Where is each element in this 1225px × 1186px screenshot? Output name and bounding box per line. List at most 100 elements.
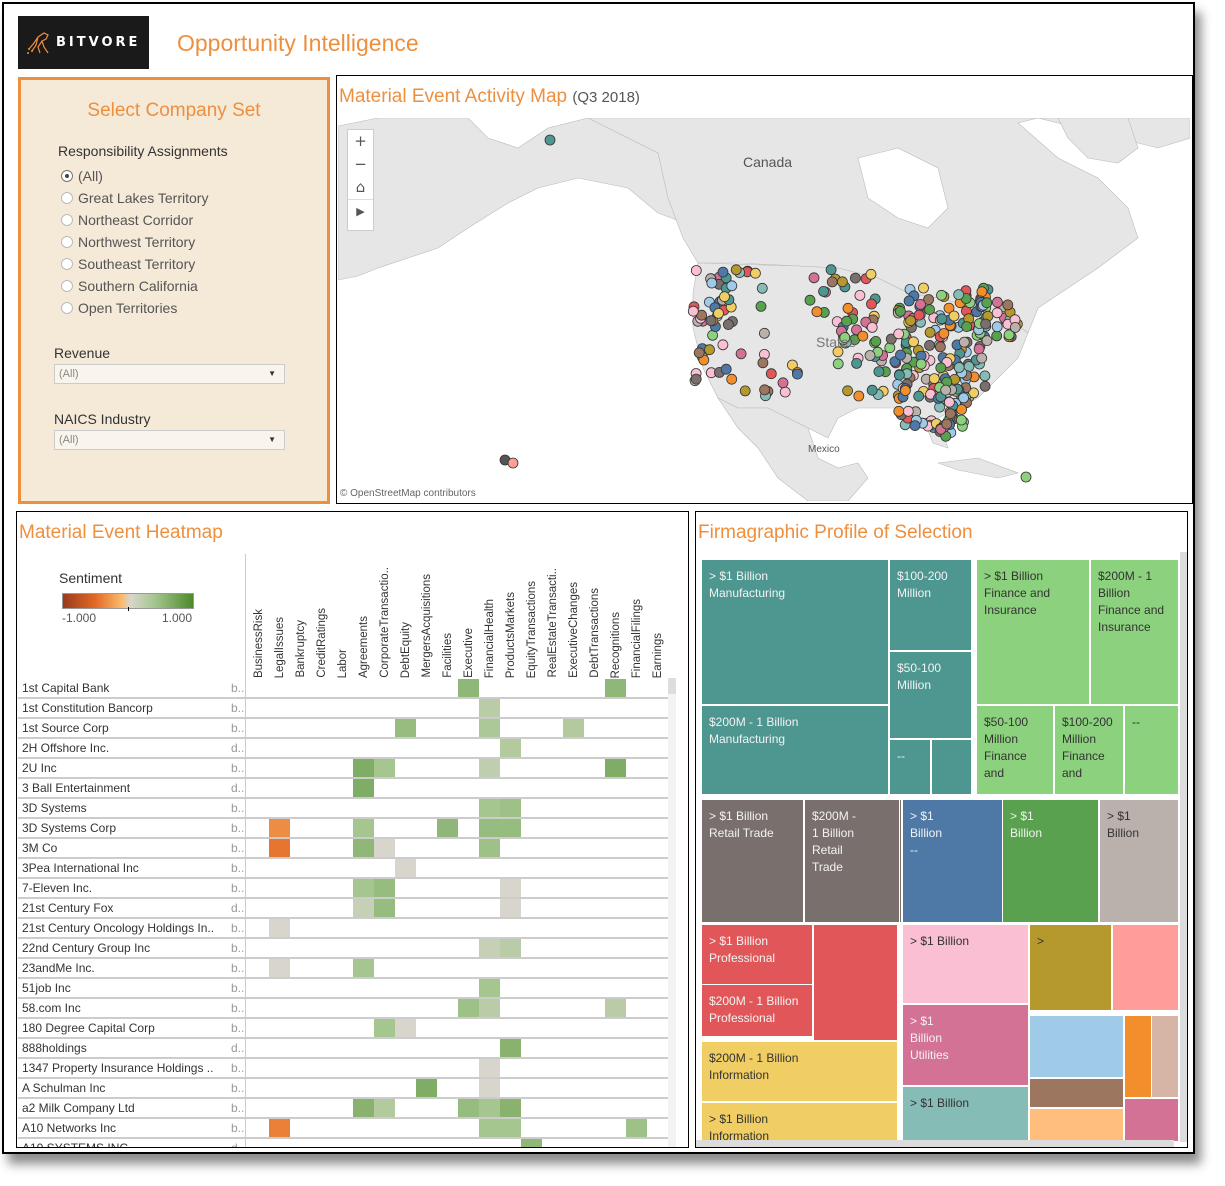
treemap-tile[interactable]: -- bbox=[1124, 705, 1179, 795]
map-event-marker[interactable] bbox=[924, 326, 936, 338]
heatmap-cell[interactable] bbox=[605, 999, 626, 1017]
map-event-marker[interactable] bbox=[958, 336, 970, 348]
company-name[interactable]: 3 Ball Entertainment bbox=[22, 781, 227, 795]
heatmap-cell[interactable] bbox=[479, 1119, 500, 1137]
company-name[interactable]: 51job Inc bbox=[22, 981, 227, 995]
map-event-marker[interactable] bbox=[693, 347, 705, 359]
heatmap-column-header[interactable]: MergersAcquisitions bbox=[416, 558, 437, 678]
heatmap-column-header[interactable]: CreditRatings bbox=[311, 558, 332, 678]
map-event-marker[interactable] bbox=[941, 418, 953, 430]
company-name[interactable]: 21st Century Oncology Holdings In.. bbox=[22, 921, 227, 935]
company-name[interactable]: 58.com Inc bbox=[22, 1001, 227, 1015]
company-name[interactable]: 1st Capital Bank bbox=[22, 681, 227, 695]
map-event-marker[interactable] bbox=[749, 267, 761, 279]
heatmap-cell[interactable] bbox=[353, 879, 374, 897]
radio-button[interactable] bbox=[61, 236, 73, 248]
play-icon[interactable]: ▶ bbox=[348, 199, 373, 222]
heatmap-column-header[interactable]: Executive bbox=[458, 558, 479, 678]
map-event-marker[interactable] bbox=[687, 305, 699, 317]
map-event-marker[interactable] bbox=[956, 414, 967, 426]
zoom-in-button[interactable]: + bbox=[348, 130, 373, 153]
heatmap-column-header[interactable]: FinancialFilings bbox=[626, 558, 647, 678]
heatmap-cell[interactable] bbox=[353, 899, 374, 917]
map-event-marker[interactable] bbox=[804, 294, 816, 306]
map-event-marker[interactable] bbox=[918, 282, 929, 294]
map-event-marker[interactable] bbox=[1002, 299, 1014, 311]
treemap-tile[interactable]: $200M - 1 Billion Retail Trade bbox=[804, 799, 900, 923]
heatmap-cell[interactable] bbox=[353, 779, 374, 797]
heatmap-cell[interactable] bbox=[269, 839, 290, 857]
heatmap-cell[interactable] bbox=[353, 1099, 374, 1117]
heatmap-column-header[interactable]: Labor bbox=[332, 558, 353, 678]
radio-button[interactable] bbox=[61, 214, 73, 226]
treemap-tile[interactable]: > $1 Billion bbox=[902, 924, 1029, 1004]
heatmap-column-header[interactable]: Bankruptcy bbox=[290, 558, 311, 678]
heatmap-row[interactable]: A10 Networks Inc b.. bbox=[18, 1119, 668, 1139]
heatmap-cell[interactable] bbox=[416, 1079, 437, 1097]
heatmap-row[interactable]: 3 Ball Entertainment d.. bbox=[18, 779, 668, 799]
heatmap-column-header[interactable]: Recognitions bbox=[605, 558, 626, 678]
treemap-horizontal-scrollbar[interactable] bbox=[696, 1140, 1174, 1147]
map-event-marker[interactable] bbox=[902, 405, 914, 417]
heatmap-row[interactable]: 180 Degree Capital Corp b.. bbox=[18, 1019, 668, 1039]
heatmap-row[interactable]: 2U Inc b.. bbox=[18, 759, 668, 779]
treemap-tile[interactable]: $200M - 1 Billion Information bbox=[701, 1041, 898, 1102]
map-event-marker[interactable] bbox=[756, 282, 768, 294]
company-name[interactable]: 7-Eleven Inc. bbox=[22, 881, 227, 895]
heatmap-cell[interactable] bbox=[374, 879, 395, 897]
map-event-marker[interactable] bbox=[739, 385, 751, 397]
revenue-dropdown[interactable]: (All) ▼ bbox=[54, 364, 285, 384]
map-event-marker[interactable] bbox=[717, 339, 729, 351]
treemap-subtile[interactable] bbox=[1029, 1108, 1124, 1142]
map-event-marker[interactable] bbox=[991, 330, 1003, 342]
map-event-marker[interactable] bbox=[909, 420, 921, 432]
map-event-marker[interactable] bbox=[873, 366, 885, 378]
heatmap-cell[interactable] bbox=[500, 1119, 521, 1137]
map-event-marker[interactable] bbox=[865, 268, 877, 280]
heatmap-cell[interactable] bbox=[500, 1099, 521, 1117]
company-name[interactable]: 888holdings bbox=[22, 1041, 227, 1055]
heatmap-row[interactable]: 58.com Inc b.. bbox=[18, 999, 668, 1019]
map-event-marker[interactable] bbox=[979, 380, 991, 392]
map-event-marker[interactable] bbox=[818, 285, 830, 297]
map-event-marker[interactable] bbox=[713, 307, 724, 319]
radio-southeast-territory[interactable]: Southeast Territory bbox=[61, 253, 208, 275]
heatmap-column-header[interactable]: Facilities bbox=[437, 558, 458, 678]
map-event-marker[interactable] bbox=[758, 327, 770, 339]
heatmap-row[interactable]: 21st Century Fox d.. bbox=[18, 899, 668, 919]
company-name[interactable]: A10 SYSTEMS INC bbox=[22, 1141, 227, 1147]
map-event-marker[interactable] bbox=[851, 357, 862, 369]
heatmap-row[interactable]: 51job Inc b.. bbox=[18, 979, 668, 999]
map-event-marker[interactable] bbox=[870, 335, 882, 347]
heatmap-cell[interactable] bbox=[479, 999, 500, 1017]
heatmap-row[interactable]: 22nd Century Group Inc b.. bbox=[18, 939, 668, 959]
map-event-marker[interactable] bbox=[961, 321, 973, 333]
heatmap-cell[interactable] bbox=[563, 719, 584, 737]
heatmap-cell[interactable] bbox=[269, 919, 290, 937]
heatmap-cell[interactable] bbox=[479, 979, 500, 997]
map-event-marker[interactable] bbox=[928, 373, 940, 385]
company-name[interactable]: 3D Systems Corp bbox=[22, 821, 227, 835]
map-event-marker[interactable] bbox=[864, 350, 876, 361]
heatmap-cell[interactable] bbox=[269, 1119, 290, 1137]
heatmap-cell[interactable] bbox=[395, 1019, 416, 1037]
heatmap-cell[interactable] bbox=[437, 819, 458, 837]
map-event-marker[interactable] bbox=[759, 384, 771, 396]
map-event-marker[interactable] bbox=[706, 277, 718, 289]
map-event-marker[interactable] bbox=[915, 298, 926, 310]
map-event-marker[interactable] bbox=[726, 373, 738, 385]
company-name[interactable]: 180 Degree Capital Corp bbox=[22, 1021, 227, 1035]
heatmap-column-header[interactable]: DebtTransactions bbox=[584, 558, 605, 678]
heatmap-row[interactable]: 7-Eleven Inc. b.. bbox=[18, 879, 668, 899]
heatmap-row[interactable]: 3D Systems Corp b.. bbox=[18, 819, 668, 839]
treemap-subtile[interactable] bbox=[813, 924, 898, 1041]
treemap-subtile[interactable] bbox=[1029, 1078, 1124, 1108]
heatmap-cell[interactable] bbox=[479, 799, 500, 817]
map-event-marker[interactable] bbox=[722, 319, 734, 330]
heatmap-scrollbar[interactable] bbox=[668, 678, 676, 1147]
map-event-marker[interactable] bbox=[905, 315, 916, 327]
map-event-marker[interactable] bbox=[866, 384, 878, 396]
heatmap-cell[interactable] bbox=[479, 759, 500, 777]
map-event-marker[interactable] bbox=[544, 134, 556, 146]
heatmap-cell[interactable] bbox=[479, 719, 500, 737]
